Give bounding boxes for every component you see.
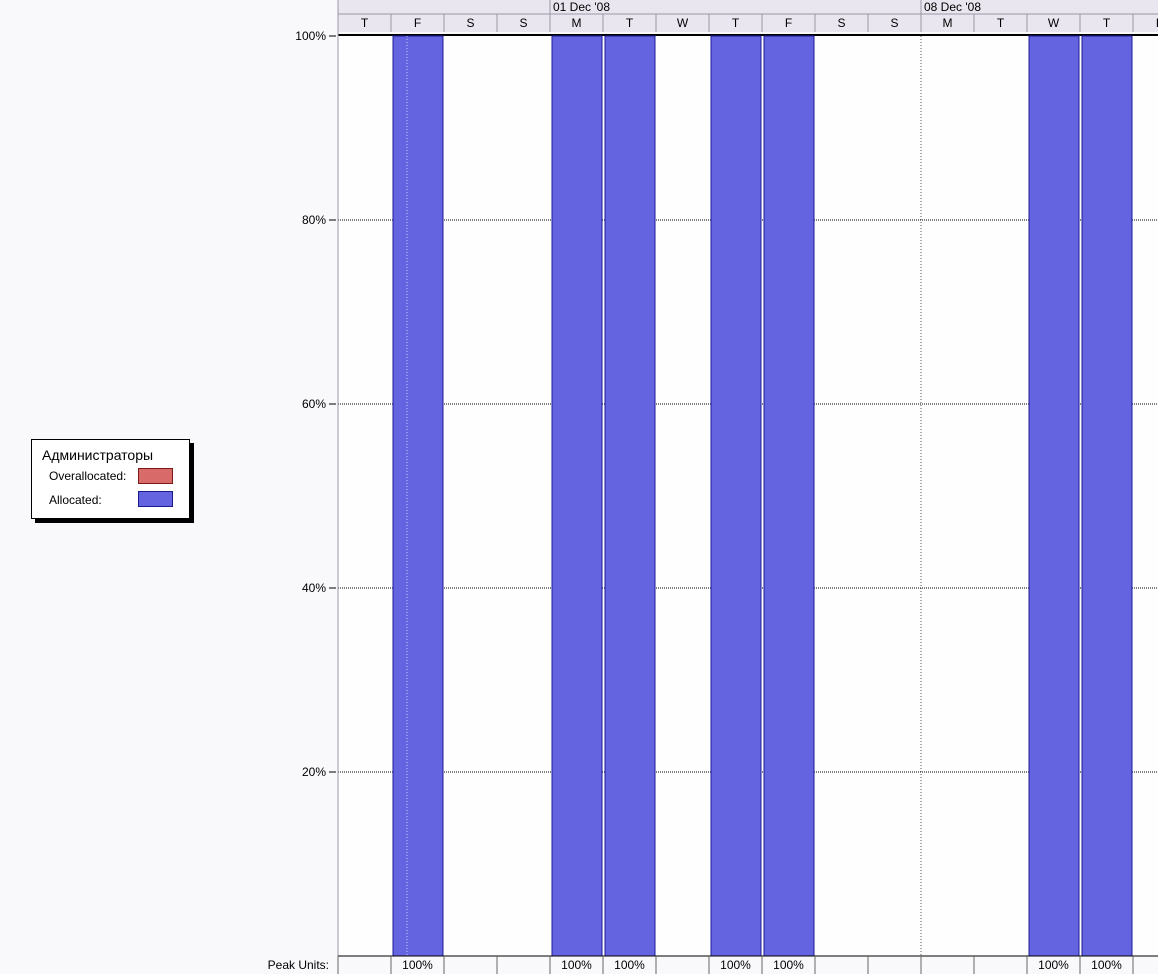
- y-tick-label: 80%: [302, 213, 326, 227]
- day-label: F: [414, 16, 421, 30]
- bar-allocated: [604, 35, 656, 957]
- peak-units-value: 100%: [614, 958, 645, 972]
- legend-overallocated-label: Overallocated:: [49, 469, 127, 483]
- bar-allocated: [710, 35, 762, 957]
- day-label: S: [466, 16, 474, 30]
- legend-title: Администраторы: [42, 447, 154, 463]
- legend-allocated-label: Allocated:: [49, 493, 102, 507]
- day-label: T: [732, 16, 740, 30]
- allocated-swatch: [138, 491, 173, 507]
- day-label: T: [626, 16, 634, 30]
- peak-units-value: 100%: [720, 958, 751, 972]
- day-label: M: [943, 16, 953, 30]
- day-label: S: [890, 16, 898, 30]
- week-label: 08 Dec '08: [924, 0, 981, 14]
- day-label: T: [1103, 16, 1111, 30]
- peak-units-row: Peak Units: 100% 100% 100% 100% 100% 100% 100%: [268, 955, 1158, 974]
- day-label: M: [572, 16, 582, 30]
- week-label: 01 Dec '08: [553, 0, 610, 14]
- day-label: F: [785, 16, 792, 30]
- y-tick-label: 60%: [302, 397, 326, 411]
- bar-allocated: [763, 35, 815, 957]
- peak-units-label: Peak Units:: [268, 958, 329, 972]
- day-label: S: [837, 16, 845, 30]
- peak-units-value: 100%: [561, 958, 592, 972]
- day-label: T: [997, 16, 1005, 30]
- peak-units-value: 100%: [773, 958, 804, 972]
- overallocated-swatch: [138, 468, 173, 484]
- day-label: W: [1048, 16, 1060, 30]
- day-label: W: [677, 16, 689, 30]
- bar-allocated: [551, 35, 603, 957]
- y-axis: 20% 40% 60% 80% 100%: [295, 29, 336, 779]
- peak-units-value: 100%: [1091, 958, 1122, 972]
- day-label: S: [519, 16, 527, 30]
- y-tick-label: 100%: [295, 29, 326, 43]
- bar-allocated: [1028, 35, 1080, 957]
- day-label: T: [361, 16, 369, 30]
- bar-allocated: [1081, 35, 1133, 957]
- y-tick-label: 20%: [302, 765, 326, 779]
- y-tick-label: 40%: [302, 581, 326, 595]
- timescale-header[interactable]: [338, 0, 1158, 32]
- peak-units-value: 100%: [402, 958, 433, 972]
- peak-units-value: 100%: [1038, 958, 1069, 972]
- legend: Администраторы Overallocated: Allocated:: [31, 439, 190, 519]
- bar-allocated: [392, 35, 444, 957]
